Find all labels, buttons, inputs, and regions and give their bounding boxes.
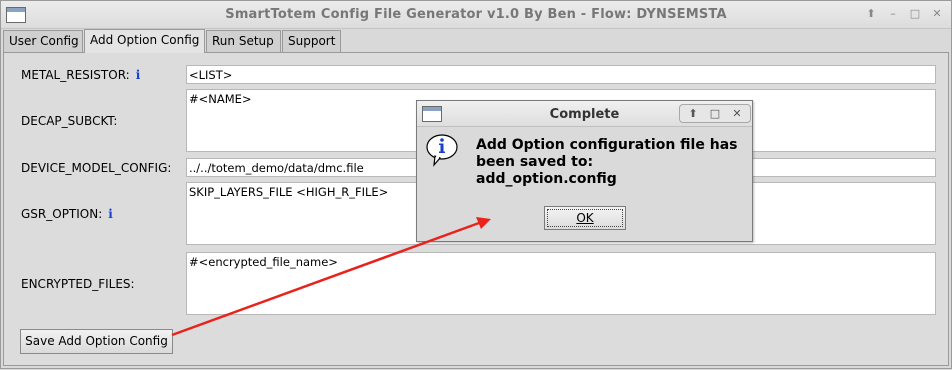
annotation-arrow [171,217,491,337]
main-window: SmartTotem Config File Generator v1.0 By… [0,0,952,369]
annotation-arrow-line [171,221,480,337]
